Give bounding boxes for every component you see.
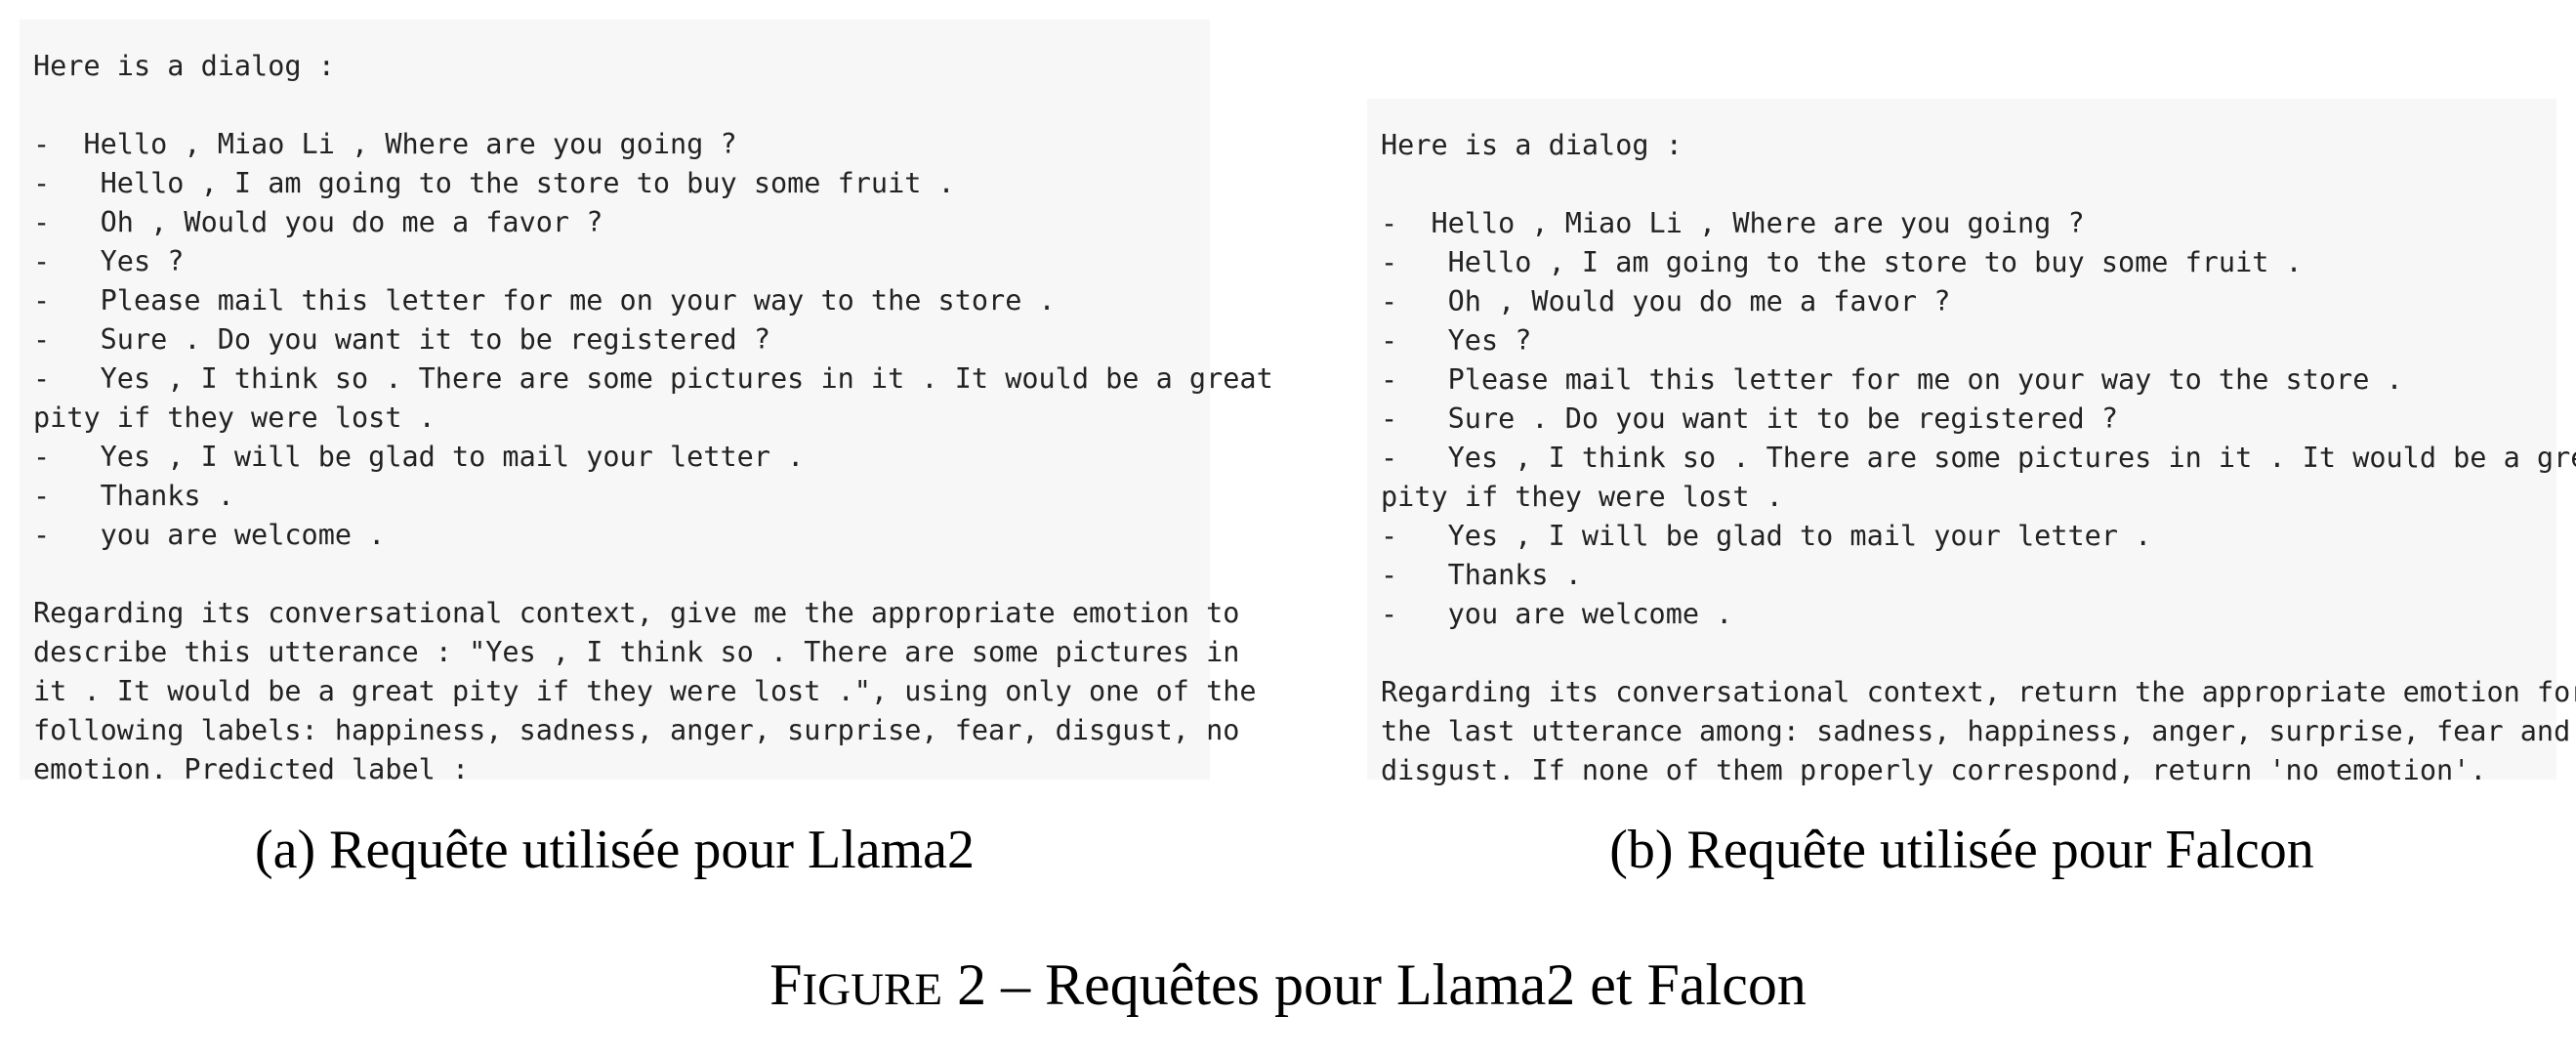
prompt-line: pity if they were lost . bbox=[1381, 481, 1783, 513]
prompt-line: describe this utterance : "Yes , I think… bbox=[33, 636, 1240, 668]
prompt-line bbox=[33, 555, 1196, 594]
prompt-line: - Please mail this letter for me on your… bbox=[33, 284, 1056, 317]
prompt-line: emotion. Predicted label : bbox=[33, 753, 470, 785]
prompt-line: disgust. If none of them properly corres… bbox=[1381, 754, 2487, 786]
prompt-line: pity if they were lost . bbox=[33, 402, 436, 434]
prompt-line: - Hello , Miao Li , Where are you going … bbox=[1381, 207, 2085, 239]
prompt-line: - Oh , Would you do me a favor ? bbox=[33, 206, 603, 238]
figure-label-initial: F bbox=[769, 952, 803, 1017]
prompt-line: - Yes , I will be glad to mail your lett… bbox=[33, 441, 805, 473]
figure-number: 2 bbox=[957, 952, 987, 1017]
prompt-line: - Sure . Do you want it to be registered… bbox=[1381, 402, 2118, 435]
prompt-line: it . It would be a great pity if they we… bbox=[33, 675, 1257, 707]
prompt-line: - Hello , I am going to the store to buy… bbox=[1381, 246, 2303, 278]
subcaption-a: (a) Requête utilisée pour Llama2 bbox=[254, 820, 976, 880]
figure-separator: – bbox=[1001, 952, 1031, 1017]
prompt-line: - Oh , Would you do me a favor ? bbox=[1381, 285, 1951, 317]
prompt-line: Regarding its conversational context, gi… bbox=[33, 597, 1240, 629]
prompt-line: - Thanks . bbox=[33, 480, 234, 512]
prompt-line: - Hello , Miao Li , Where are you going … bbox=[33, 128, 737, 160]
prompt-line: Here is a dialog : bbox=[1381, 129, 1683, 161]
prompt-line: - you are welcome . bbox=[33, 519, 386, 551]
prompt-line bbox=[1381, 165, 2543, 204]
prompt-line: Here is a dialog : bbox=[33, 50, 335, 82]
prompt-line: - Yes , I think so . There are some pict… bbox=[33, 362, 1273, 395]
prompt-line: - Sure . Do you want it to be registered… bbox=[33, 323, 770, 356]
subcaption-b: (b) Requête utilisée pour Falcon bbox=[1609, 820, 2314, 880]
prompt-line: - Yes ? bbox=[33, 245, 185, 277]
prompt-line: - Yes ? bbox=[1381, 324, 1532, 357]
figure-caption: FIGURE 2 – Requêtes pour Llama2 et Falco… bbox=[0, 955, 2576, 1014]
prompt-line: - Thanks . bbox=[1381, 559, 1582, 591]
prompt-line bbox=[33, 86, 1196, 125]
prompt-line: Regarding its conversational context, re… bbox=[1381, 676, 2576, 708]
figure-caption-text: Requêtes pour Llama2 et Falcon bbox=[1045, 952, 1807, 1017]
prompt-line: following labels: happiness, sadness, an… bbox=[33, 714, 1240, 746]
prompt-line bbox=[1381, 634, 2543, 673]
prompt-panel-falcon: Here is a dialog : - Hello , Miao Li , Wh… bbox=[1367, 99, 2576, 786]
prompt-line: - Hello , I am going to the store to buy… bbox=[33, 167, 955, 199]
prompt-line: - Yes , I think so . There are some pict… bbox=[1381, 442, 2576, 474]
prompt-line: - Yes , I will be glad to mail your lett… bbox=[1381, 520, 2152, 552]
prompt-line: - you are welcome . bbox=[1381, 598, 1733, 630]
prompt-panel-llama2: Here is a dialog : - Hello , Miao Li , Wh… bbox=[20, 20, 1273, 785]
prompt-line: - Please mail this letter for me on your… bbox=[1381, 363, 2403, 396]
prompt-line: the last utterance among: sadness, happi… bbox=[1381, 715, 2571, 747]
figure-label-rest: IGURE bbox=[802, 964, 943, 1015]
